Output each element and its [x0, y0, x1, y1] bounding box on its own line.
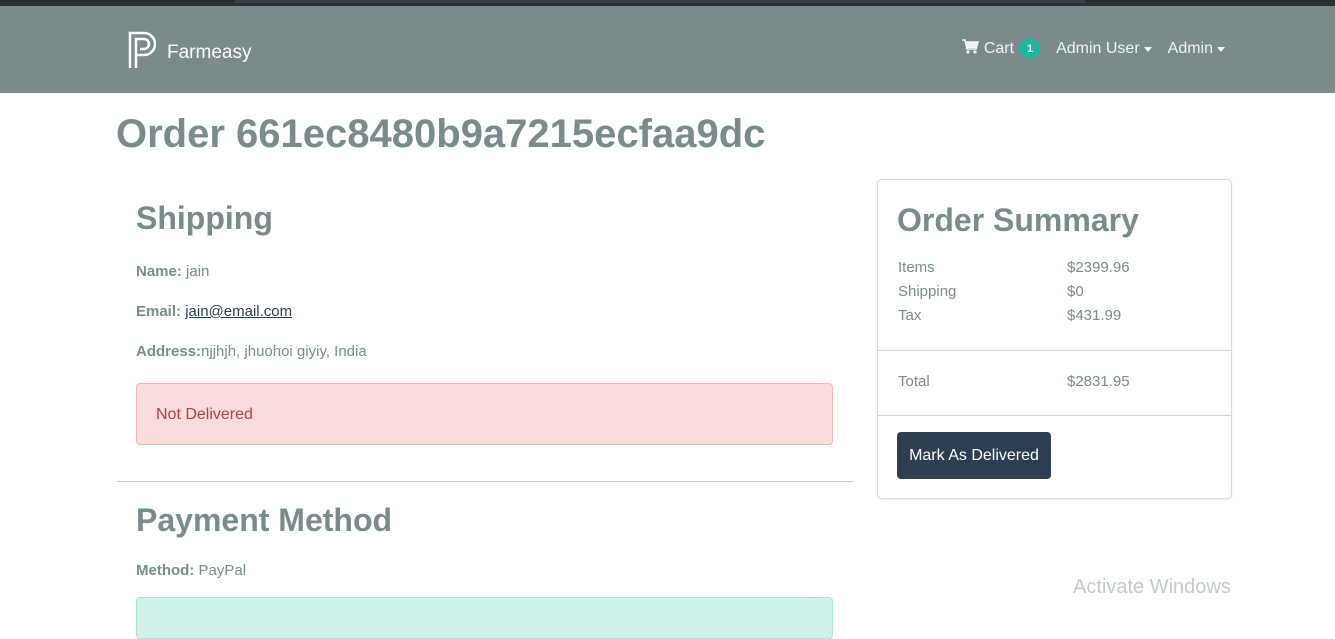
- navbar: Farmeasy Cart 1 Admin User Admin: [0, 6, 1335, 93]
- windows-activation-watermark: Activate Windows: [1073, 576, 1231, 598]
- name-label: Name:: [136, 263, 182, 280]
- summary-shipping-row: Shipping $0: [898, 283, 1231, 307]
- summary-total-row: Total $2831.95: [878, 351, 1231, 415]
- cart-link[interactable]: Cart 1: [961, 39, 1041, 59]
- user-menu-dropdown[interactable]: Admin User: [1056, 40, 1152, 58]
- items-value: $2399.96: [1067, 259, 1130, 276]
- tax-label: Tax: [898, 307, 922, 324]
- chevron-down-icon: [1217, 47, 1225, 52]
- method-label: Method:: [136, 562, 195, 579]
- mark-as-delivered-button[interactable]: Mark As Delivered: [897, 432, 1051, 479]
- shipping-section: Shipping Name: jain Email: jain@email.co…: [117, 200, 853, 445]
- cart-icon: [961, 39, 979, 59]
- summary-heading: Order Summary: [897, 202, 1139, 238]
- payment-section: Payment Method Method: PayPal: [117, 502, 853, 639]
- items-label: Items: [898, 259, 935, 276]
- shipping-email: Email: jain@email.com: [136, 303, 833, 320]
- chevron-down-icon: [1143, 47, 1152, 52]
- order-details: Shipping Name: jain Email: jain@email.co…: [117, 180, 853, 639]
- page-title: Order 661ec8480b9a7215ecfaa9dc: [116, 112, 766, 156]
- cart-label: Cart: [983, 40, 1015, 57]
- cart-count-badge: 1: [1020, 39, 1041, 59]
- address-label: Address:: [136, 343, 202, 360]
- admin-menu-dropdown[interactable]: Admin: [1168, 40, 1225, 58]
- summary-rows: Items $2399.96 Shipping $0 Tax $431.99: [898, 259, 1231, 350]
- tax-value: $431.99: [1067, 307, 1122, 324]
- nav-right: Cart 1 Admin User Admin: [946, 39, 1225, 59]
- shipping-address: Address:njjhjh, jhuohoi giyiy, India: [136, 343, 833, 360]
- shipping-name: Name: jain: [136, 263, 833, 280]
- summary-tax-row: Tax $431.99: [898, 307, 1231, 331]
- admin-menu-label: Admin: [1167, 40, 1213, 57]
- summary-items-row: Items $2399.96: [898, 259, 1231, 283]
- summary-divider: [878, 415, 1231, 416]
- total-value: $2831.95: [1067, 373, 1130, 390]
- section-divider: [117, 481, 853, 482]
- order-summary-card: Order Summary Items $2399.96 Shipping $0…: [877, 179, 1232, 499]
- brand-logo-icon: [127, 30, 167, 76]
- email-label: Email:: [136, 303, 182, 320]
- payment-method: Method: PayPal: [136, 562, 833, 579]
- total-label: Total: [898, 373, 930, 390]
- payment-heading: Payment Method: [136, 502, 393, 538]
- user-menu-label: Admin User: [1056, 40, 1140, 57]
- shipping-cost-value: $0: [1067, 283, 1084, 300]
- method-value: PayPal: [198, 562, 247, 579]
- delivery-status-alert: Not Delivered: [136, 383, 833, 445]
- shipping-cost-label: Shipping: [898, 283, 957, 300]
- name-value: jain: [186, 263, 210, 280]
- address-value: njjhjh, jhuohoi giyiy, India: [201, 343, 367, 360]
- payment-status-alert: [136, 597, 833, 639]
- shipping-heading: Shipping: [136, 200, 273, 236]
- brand-name: Farmeasy: [167, 42, 252, 63]
- brand-link[interactable]: Farmeasy: [127, 30, 251, 76]
- email-link[interactable]: jain@email.com: [185, 303, 292, 320]
